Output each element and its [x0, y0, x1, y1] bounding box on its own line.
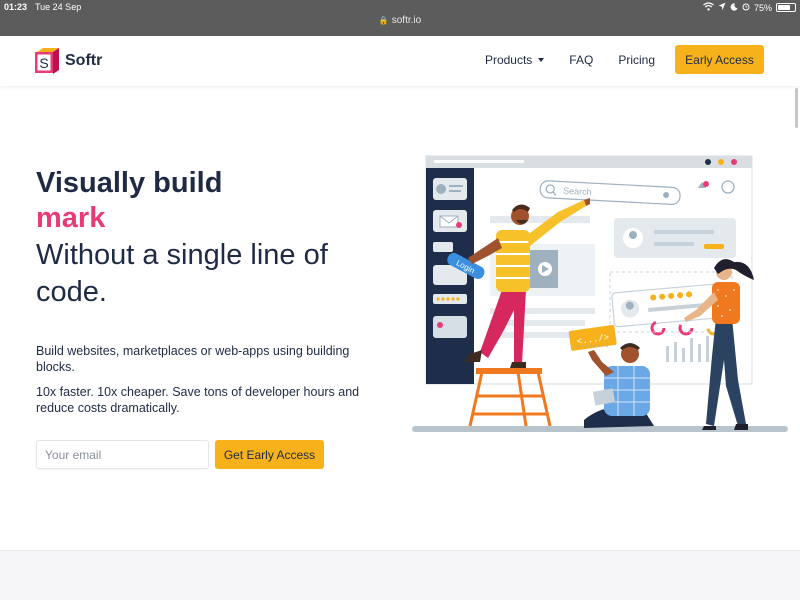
illustration-search-placeholder: Search	[563, 186, 592, 197]
get-early-access-button[interactable]: Get Early Access	[215, 440, 324, 469]
status-time: 01:23	[4, 2, 28, 12]
lock-icon: 🔒	[378, 16, 389, 25]
status-date: Tue 24 Sep	[35, 2, 82, 12]
chevron-down-icon	[538, 57, 545, 62]
browser-address-line	[434, 160, 524, 163]
alarm-icon	[742, 2, 750, 13]
hero-headline: Visually build mark Without a single lin…	[36, 166, 396, 311]
hero-description: Build websites, marketplaces or web-apps…	[36, 344, 350, 374]
wifi-icon	[703, 2, 714, 13]
brand-name: Softr	[65, 52, 103, 69]
next-section-band	[0, 550, 800, 600]
nav-products[interactable]: Products	[484, 52, 545, 67]
headline-line-3: Without a single line of code.	[36, 239, 328, 308]
moon-icon	[730, 2, 738, 13]
window-dot-pink	[731, 159, 737, 165]
address-bar[interactable]: 🔒 softr.io	[0, 15, 800, 26]
content-bar-1	[490, 216, 590, 223]
battery-fill	[778, 5, 790, 10]
hero-illustration: Login Search <.../>	[408, 150, 793, 440]
builder-illustration: Login Search <.../>	[412, 155, 788, 432]
location-icon	[718, 2, 726, 13]
window-dot-yellow	[718, 159, 724, 165]
nav-faq[interactable]: FAQ	[569, 53, 593, 67]
window-dot-dark	[705, 159, 711, 165]
email-input[interactable]	[36, 440, 209, 469]
status-icons: 75%	[703, 2, 796, 13]
battery-icon	[776, 3, 796, 12]
navbar: S Softr Products FAQ Pricing Early Acces…	[0, 36, 800, 86]
early-access-button[interactable]: Early Access	[675, 45, 764, 74]
hero-benefits: 10x faster. 10x cheaper. Save tons of de…	[36, 385, 360, 415]
logo[interactable]: S Softr	[34, 48, 102, 74]
svg-text:S: S	[39, 55, 48, 71]
sidebar-card-search	[433, 242, 453, 252]
softr-logo-icon: S	[34, 48, 60, 74]
nav-links: Products FAQ Pricing Early Access	[460, 45, 764, 74]
ladder-top	[476, 368, 542, 374]
headline-line-1: Visually build	[36, 167, 223, 199]
status-bar: 01:23 Tue 24 Sep 🔒 softr.io 75%	[0, 0, 800, 36]
nav-products-label: Products	[484, 52, 533, 67]
headline-rotating-word: mark	[36, 202, 106, 234]
nav-pricing[interactable]: Pricing	[618, 53, 655, 67]
page-scrollbar[interactable]	[795, 88, 798, 128]
battery-percent: 75%	[753, 2, 772, 13]
address-bar-url: softr.io	[391, 15, 422, 26]
